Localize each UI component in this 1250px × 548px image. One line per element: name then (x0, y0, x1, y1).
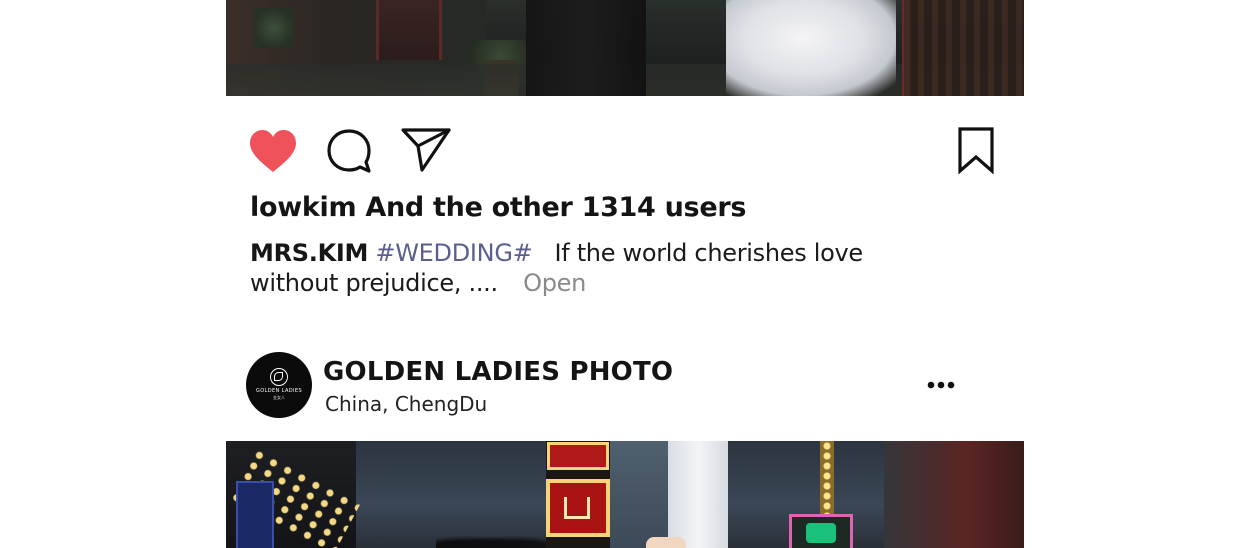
photo-scene-right-wall (884, 441, 1024, 548)
avatar-brand-text: GOLDEN LADIES (255, 388, 303, 394)
post-actions-bar (226, 96, 1024, 186)
brand-logo-icon (270, 368, 288, 386)
heart-filled-icon[interactable] (248, 128, 298, 174)
caption-open-link[interactable]: Open (523, 269, 586, 297)
photo-scene-white-post (668, 441, 728, 548)
bookmark-icon[interactable] (956, 126, 996, 174)
caption-hashtag[interactable]: #WEDDING# (375, 239, 532, 267)
photo-scene-gold-pole (820, 441, 834, 521)
photo-scene-couple (436, 533, 546, 548)
account-name[interactable]: GOLDEN LADIES PHOTO (323, 354, 673, 390)
post-location[interactable]: China, ChengDu (325, 390, 487, 418)
paper-plane-icon[interactable] (400, 126, 452, 172)
likes-summary[interactable]: lowkim And the other 1314 users (250, 188, 746, 228)
more-dots-icon[interactable] (922, 372, 960, 398)
avatar[interactable]: GOLDEN LADIES 金女人 (246, 352, 312, 418)
avatar-brand-subtext: 金女人 (273, 395, 285, 400)
post-photo-previous[interactable] (226, 0, 1024, 96)
photo-scene-window (254, 8, 294, 48)
photo-scene-lattice (904, 0, 1024, 96)
photo-scene-neon-sign (792, 517, 850, 548)
comment-bubble-icon[interactable] (326, 128, 372, 174)
photo-scene-sign-glyph (564, 497, 590, 519)
photo-scene-neon-glyph (806, 523, 836, 543)
photo-scene-dress (726, 0, 896, 96)
photo-scene-door (376, 0, 442, 60)
photo-scene-blue-sign (236, 481, 274, 548)
feed-viewport: lowkim And the other 1314 users MRS.KIM … (0, 0, 1250, 548)
photo-scene-red-sign (546, 441, 610, 548)
photo-scene-groom (526, 0, 646, 96)
photo-scene-hand (646, 537, 686, 548)
post-caption: MRS.KIM #WEDDING# If the world cherishes… (250, 238, 950, 298)
photo-scene-sign-panel-top (550, 445, 606, 467)
post-photo-next[interactable] (226, 441, 1024, 548)
caption-author[interactable]: MRS.KIM (250, 239, 368, 267)
